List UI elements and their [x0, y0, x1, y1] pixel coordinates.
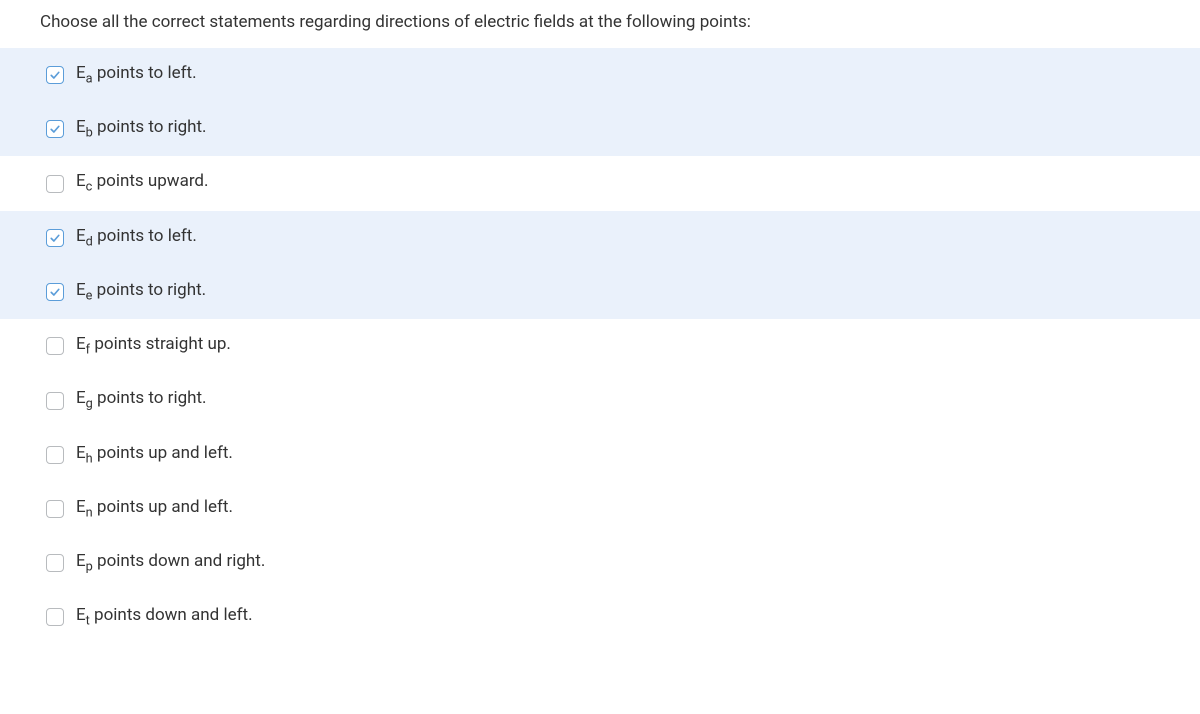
variable: E [76, 280, 86, 300]
option-label: Eh points up and left. [76, 442, 233, 468]
checkbox[interactable] [46, 66, 64, 84]
option-rest: points to right. [93, 117, 207, 137]
check-icon [49, 69, 61, 81]
option-label: Eg points to right. [76, 387, 207, 413]
option-row[interactable]: Ed points to left. [0, 211, 1200, 265]
variable: E [76, 388, 86, 408]
variable: E [76, 171, 86, 191]
subscript: d [86, 234, 93, 249]
option-label: Eb points to right. [76, 116, 207, 142]
option-label: En points up and left. [76, 496, 233, 522]
variable: E [76, 117, 86, 137]
variable: E [76, 334, 86, 354]
variable: E [76, 63, 86, 83]
option-rest: points down and right. [93, 551, 265, 571]
option-label: Ec points upward. [76, 170, 209, 196]
option-row[interactable]: Ep points down and right. [0, 536, 1200, 590]
option-label: Ed points to left. [76, 225, 197, 251]
option-label: Ea points to left. [76, 62, 197, 88]
option-rest: points to right. [92, 280, 206, 300]
option-row[interactable]: Ee points to right. [0, 265, 1200, 319]
checkbox[interactable] [46, 500, 64, 518]
checkbox[interactable] [46, 446, 64, 464]
option-rest: points up and left. [93, 497, 233, 517]
option-rest: points to left. [93, 63, 197, 83]
option-label: Ef points straight up. [76, 333, 231, 359]
option-row[interactable]: Eh points up and left. [0, 428, 1200, 482]
option-rest: points to left. [93, 226, 197, 246]
option-row[interactable]: Eb points to right. [0, 102, 1200, 156]
subscript: g [86, 397, 93, 412]
checkbox[interactable] [46, 554, 64, 572]
subscript: a [86, 71, 93, 86]
checkbox[interactable] [46, 120, 64, 138]
checkbox[interactable] [46, 392, 64, 410]
option-row[interactable]: Et points down and left. [0, 590, 1200, 644]
variable: E [76, 551, 86, 571]
question-text: Choose all the correct statements regard… [0, 8, 1200, 48]
variable: E [76, 605, 86, 625]
variable: E [76, 443, 86, 463]
option-row[interactable]: Eg points to right. [0, 373, 1200, 427]
option-label: Et points down and left. [76, 604, 253, 630]
check-icon [49, 232, 61, 244]
subscript: p [86, 560, 93, 575]
option-row[interactable]: Ea points to left. [0, 48, 1200, 102]
variable: E [76, 497, 86, 517]
subscript: h [86, 451, 93, 466]
subscript: b [86, 126, 93, 141]
variable: E [76, 226, 86, 246]
option-row[interactable]: En points up and left. [0, 482, 1200, 536]
option-label: Ep points down and right. [76, 550, 265, 576]
checkbox[interactable] [46, 337, 64, 355]
check-icon [49, 123, 61, 135]
option-row[interactable]: Ef points straight up. [0, 319, 1200, 373]
option-rest: points to right. [93, 388, 207, 408]
checkbox[interactable] [46, 175, 64, 193]
option-rest: points up and left. [93, 443, 233, 463]
checkbox[interactable] [46, 229, 64, 247]
checkbox[interactable] [46, 608, 64, 626]
subscript: n [86, 505, 93, 520]
option-rest: points upward. [92, 171, 208, 191]
check-icon [49, 286, 61, 298]
option-rest: points down and left. [90, 605, 253, 625]
option-row[interactable]: Ec points upward. [0, 156, 1200, 210]
options-list: Ea points to left.Eb points to right.Ec … [0, 48, 1200, 645]
checkbox[interactable] [46, 283, 64, 301]
option-label: Ee points to right. [76, 279, 206, 305]
option-rest: points straight up. [90, 334, 231, 354]
